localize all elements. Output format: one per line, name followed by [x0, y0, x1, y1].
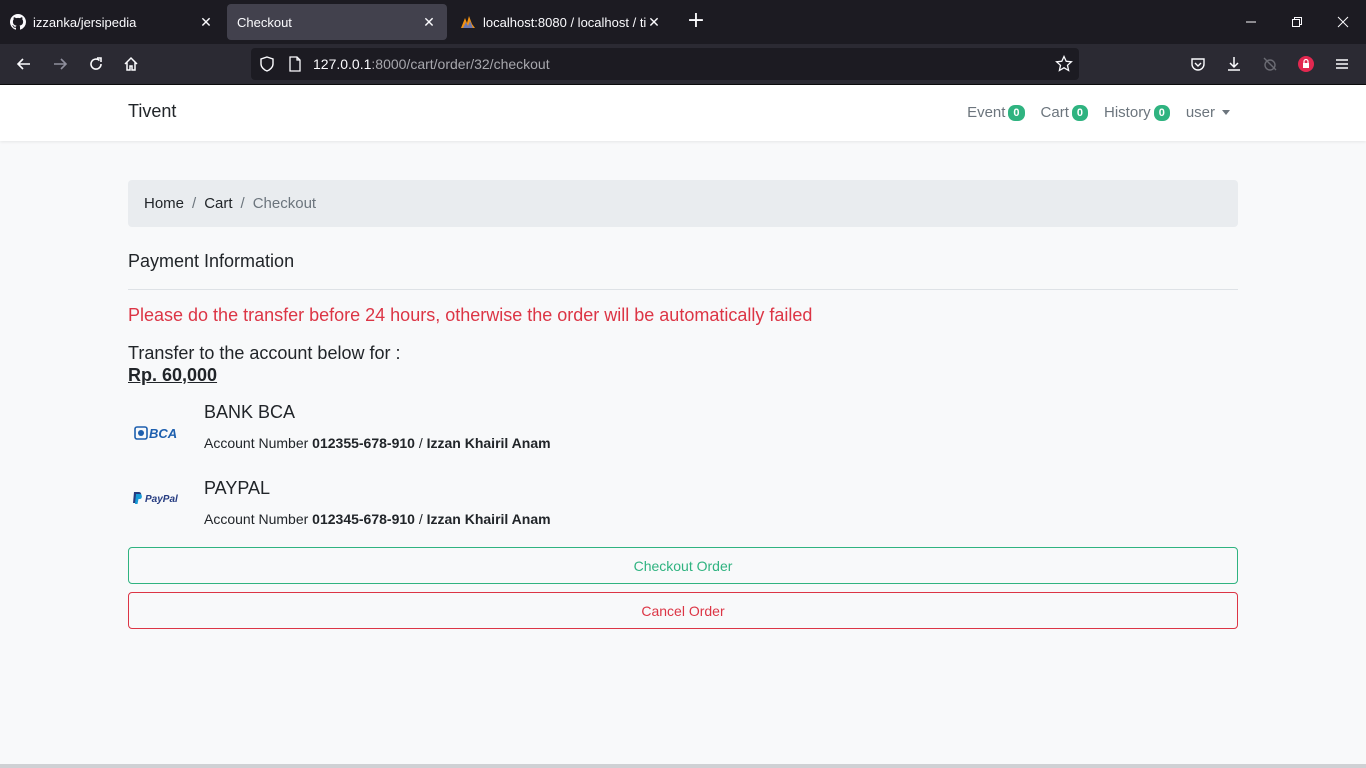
payment-amount: Rp. 60,000 — [128, 365, 218, 385]
nav-cart[interactable]: Cart 0 — [1040, 104, 1089, 121]
breadcrumb-home[interactable]: Home — [144, 195, 184, 212]
back-icon[interactable] — [12, 52, 36, 76]
shield-icon[interactable] — [259, 56, 275, 76]
tab-checkout[interactable]: Checkout ✕ — [227, 4, 447, 40]
breadcrumb-separator: / — [192, 195, 197, 212]
new-tab-icon[interactable]: + — [684, 10, 708, 34]
event-count-badge: 0 — [1008, 104, 1025, 121]
url-path: :8000/cart/order/32/checkout — [371, 56, 550, 72]
lock-extension-icon[interactable] — [1294, 52, 1318, 76]
restore-icon[interactable] — [1274, 0, 1320, 44]
close-tab-icon[interactable]: ✕ — [198, 14, 214, 30]
breadcrumb-cart[interactable]: Cart — [204, 195, 232, 212]
page-title: Payment Information — [128, 251, 295, 271]
bottom-scrollbar — [0, 764, 1366, 768]
browser-toolbar: 127.0.0.1:8000/cart/order/32/checkout — [0, 44, 1366, 85]
breadcrumb-current: Checkout — [252, 195, 317, 212]
home-icon[interactable] — [119, 52, 143, 76]
transfer-warning: Please do the transfer before 24 hours, … — [128, 305, 813, 325]
user-label: user — [1185, 104, 1215, 121]
nav-links: Event 0 Cart 0 History 0 user — [951, 104, 1230, 121]
url-host: 127.0.0.1 — [313, 56, 372, 72]
account-label: Account Number — [204, 435, 309, 451]
bank-account-info: Account Number 012355-678-910 / Izzan Kh… — [204, 435, 551, 451]
tab-title: localhost:8080 / localhost / tiver — [483, 14, 646, 30]
user-dropdown[interactable]: user — [1186, 104, 1230, 121]
nav-cart-label: Cart — [1040, 104, 1069, 121]
download-icon[interactable] — [1222, 52, 1246, 76]
page-info-icon[interactable] — [287, 56, 303, 76]
bank-account-info: Account Number 012345-678-910 / Izzan Kh… — [204, 511, 551, 527]
account-number: 012355-678-910 — [312, 435, 415, 451]
account-number: 012345-678-910 — [312, 511, 415, 527]
extension-icon[interactable] — [1258, 52, 1282, 76]
breadcrumb: Home / Cart / Checkout — [128, 180, 1238, 227]
cancel-order-button[interactable]: Cancel Order — [128, 592, 1238, 629]
history-count-badge: 0 — [1153, 104, 1170, 121]
close-window-icon[interactable] — [1320, 0, 1366, 44]
tab-title: Checkout — [237, 14, 292, 30]
account-separator: / — [418, 511, 423, 527]
nav-history[interactable]: History 0 — [1104, 104, 1170, 121]
menu-icon[interactable] — [1330, 52, 1354, 76]
brand-logo[interactable]: Tivent — [128, 101, 176, 122]
github-icon — [10, 14, 26, 30]
transfer-label: Transfer to the account below for : — [128, 343, 401, 363]
nav-event[interactable]: Event 0 — [967, 104, 1025, 121]
breadcrumb-separator: / — [240, 195, 245, 212]
address-bar[interactable]: 127.0.0.1:8000/cart/order/32/checkout — [251, 48, 1079, 80]
tab-title: izzanka/jersipedia — [33, 14, 137, 30]
browser-tab-bar: izzanka/jersipedia ✕ Checkout ✕ localhos… — [0, 0, 1366, 44]
bank-name: BANK BCA — [204, 402, 296, 422]
phpmyadmin-icon — [460, 14, 476, 30]
minimize-icon[interactable] — [1228, 0, 1274, 44]
account-holder: Izzan Khairil Anam — [426, 435, 551, 451]
forward-icon[interactable] — [48, 52, 72, 76]
close-tab-icon[interactable]: ✕ — [421, 14, 437, 30]
checkout-order-button[interactable]: Checkout Order — [128, 547, 1238, 584]
nav-event-label: Event — [967, 104, 1006, 121]
bank-name: PAYPAL — [204, 478, 271, 498]
bca-logo: BCA — [128, 418, 188, 448]
divider — [128, 289, 1238, 290]
close-tab-icon[interactable]: ✕ — [646, 14, 662, 30]
app-navbar: Tivent Event 0 Cart 0 History 0 user — [0, 85, 1366, 141]
account-separator: / — [418, 435, 423, 451]
bca-logo-text: BCA — [149, 426, 177, 441]
url-text: 127.0.0.1:8000/cart/order/32/checkout — [313, 56, 550, 72]
caret-down-icon — [1222, 110, 1230, 115]
reload-icon[interactable] — [84, 52, 108, 76]
paypal-logo-text: PayPal — [145, 494, 178, 505]
nav-history-label: History — [1104, 104, 1151, 121]
pocket-icon[interactable] — [1186, 52, 1210, 76]
tab-jersipedia[interactable]: izzanka/jersipedia ✕ — [0, 4, 224, 40]
paypal-logo: PayPal — [128, 483, 188, 513]
account-label: Account Number — [204, 511, 309, 527]
account-holder: Izzan Khairil Anam — [426, 511, 551, 527]
cart-count-badge: 0 — [1071, 104, 1089, 121]
tab-phpmyadmin[interactable]: localhost:8080 / localhost / tiver ✕ — [450, 4, 672, 40]
bookmark-star-icon[interactable] — [1055, 54, 1073, 77]
